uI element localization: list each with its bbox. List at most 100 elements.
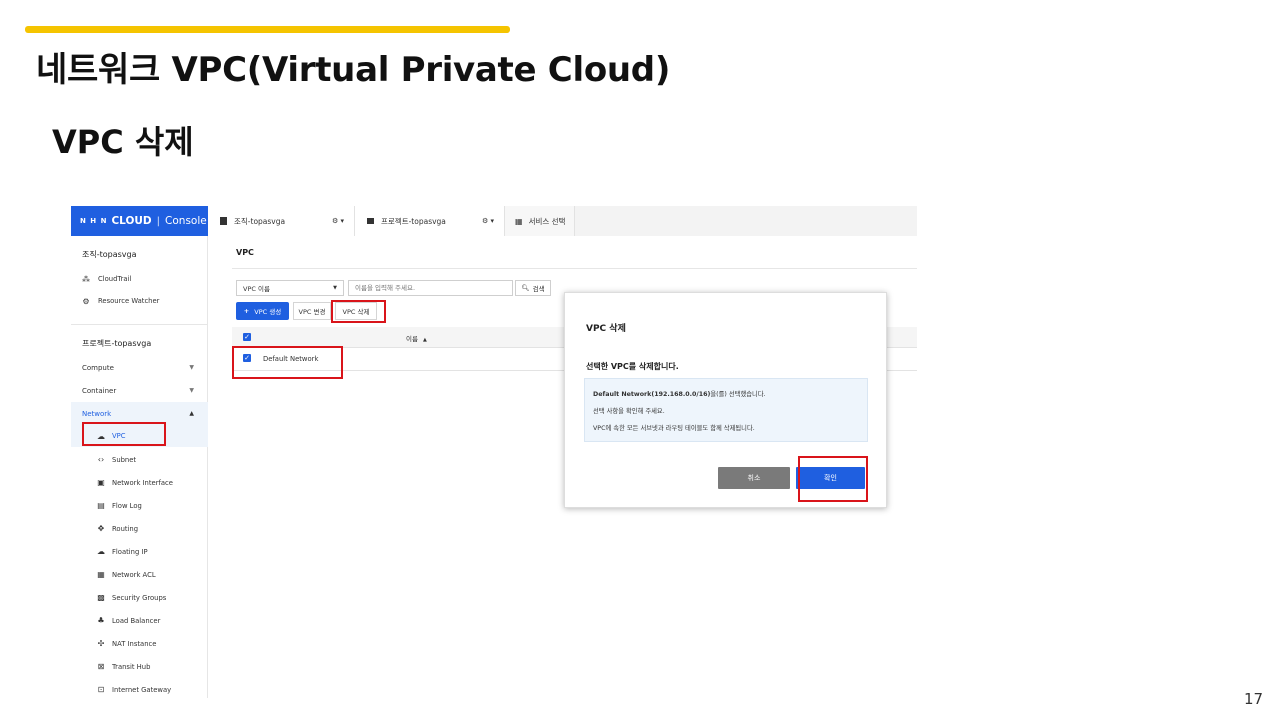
tab-project[interactable]: 프로젝트-topasvga ⚙ ▾ [355, 206, 505, 236]
create-vpc-button[interactable]: + VPC 생성 [236, 302, 289, 320]
search-field-select[interactable]: VPC 이름 ▼ [236, 280, 344, 296]
brand-cloud: CLOUD [111, 215, 152, 227]
sidebar-item-label: Network Interface [112, 478, 173, 487]
cancel-button[interactable]: 취소 [718, 467, 790, 489]
create-vpc-label: VPC 생성 [254, 308, 282, 316]
sidebar-item-routing[interactable]: ✥ Routing [96, 524, 138, 533]
selected-vpc-name: Default Network(192.168.0.0/16) [593, 391, 711, 398]
console-screenshot: N H N CLOUD | Console 조직-topasvga ⚙ ▾ 프로… [71, 206, 917, 698]
sidebar-project-name: 프로젝트-topasvga [82, 339, 152, 348]
chevron-down-icon: ▼ [189, 364, 194, 371]
search-button-label: 검색 [532, 285, 545, 293]
slide-subtitle: VPC 삭제 [52, 123, 194, 161]
sidebar-category-container[interactable]: Container ▼ [71, 379, 208, 402]
document-icon [220, 217, 227, 225]
category-label: Compute [82, 363, 114, 372]
resource-watcher-icon: ⚙ [82, 296, 90, 306]
sidebar-item-label: Floating IP [112, 547, 148, 556]
network-acl-icon: ▦ [97, 570, 105, 579]
routing-icon: ✥ [97, 524, 105, 533]
gear-dropdown-icon[interactable]: ⚙ ▾ [482, 217, 494, 225]
sidebar-item-label: Network ACL [112, 570, 156, 579]
search-input[interactable] [348, 280, 513, 296]
dialog-info-line-1: Default Network(192.168.0.0/16)을(를) 선택했습… [593, 389, 766, 398]
chevron-up-icon: ▲ [189, 410, 194, 417]
tab-organization[interactable]: 조직-topasvga ⚙ ▾ [208, 206, 355, 236]
dialog-question: 선택한 VPC를 삭제합니다. [586, 362, 679, 371]
console-logo[interactable]: N H N CLOUD | Console [71, 206, 208, 236]
security-groups-icon: ▩ [97, 593, 105, 602]
select-value: VPC 이름 [243, 285, 270, 293]
sidebar-category-compute[interactable]: Compute ▼ [71, 356, 208, 379]
grid-icon: ▦ [515, 216, 523, 226]
dialog-info-line-1-rest: 을(를) 선택했습니다. [710, 391, 766, 398]
sidebar-item-internet-gateway[interactable]: ⊡ Internet Gateway [96, 685, 172, 694]
floating-ip-icon: ☁ [97, 547, 105, 556]
sidebar-item-label: Internet Gateway [112, 685, 172, 694]
sidebar-item-label: Resource Watcher [98, 297, 160, 305]
dialog-title: VPC 삭제 [586, 324, 626, 334]
transit-hub-icon: ⊠ [97, 662, 105, 671]
load-balancer-icon: ♣ [97, 616, 105, 625]
sidebar-item-nat-instance[interactable]: ✣ NAT Instance [96, 639, 157, 648]
sidebar-item-network-interface[interactable]: ▣ Network Interface [96, 478, 173, 487]
internet-gateway-icon: ⊡ [97, 685, 105, 694]
edit-vpc-button[interactable]: VPC 변경 [293, 302, 331, 320]
page-number: 17 [1244, 690, 1264, 708]
category-label: Network [82, 409, 112, 418]
gear-dropdown-icon[interactable]: ⚙ ▾ [332, 217, 344, 225]
sidebar-item-subnet[interactable]: ‹› Subnet [96, 455, 136, 464]
nat-instance-icon: ✣ [97, 639, 105, 648]
category-label: Container [82, 386, 117, 395]
highlight-vpc-menu [82, 422, 166, 446]
sidebar-item-label: NAT Instance [112, 639, 157, 648]
search-icon: 🔍︎ [521, 284, 530, 292]
sidebar-item-floating-ip[interactable]: ☁ Floating IP [96, 547, 148, 556]
search-button[interactable]: 🔍︎ 검색 [515, 280, 551, 296]
select-all-checkbox[interactable]: ✓ [243, 333, 251, 341]
dialog-info-box: Default Network(192.168.0.0/16)을(를) 선택했습… [584, 378, 868, 442]
sidebar-item-label: Transit Hub [112, 662, 151, 671]
slide-title: 네트워크 VPC(Virtual Private Cloud) [36, 50, 671, 90]
flow-log-icon: ▤ [97, 501, 105, 510]
title-divider [232, 268, 917, 269]
code-icon: ‹› [97, 455, 105, 464]
accent-bar [25, 26, 510, 33]
highlight-confirm-button [798, 456, 868, 502]
brand-console: Console [165, 215, 207, 227]
top-bar: 조직-topasvga ⚙ ▾ 프로젝트-topasvga ⚙ ▾ ▦ 서비스 … [208, 206, 917, 236]
sidebar-item-load-balancer[interactable]: ♣ Load Balancer [96, 616, 160, 625]
sidebar-item-cloudtrail[interactable]: ⁂ CloudTrail [82, 274, 132, 284]
dialog-info-line-3: VPC에 속한 모든 서브넷과 라우팅 테이블도 함께 삭제됩니다. [593, 425, 755, 432]
cloudtrail-icon: ⁂ [82, 274, 90, 284]
highlight-default-network-row [232, 346, 343, 379]
sidebar-item-label: CloudTrail [98, 275, 132, 283]
sidebar-divider [71, 324, 208, 325]
dialog-info-line-2: 선택 사항을 확인해 주세요. [593, 408, 665, 415]
chevron-down-icon: ▼ [189, 387, 194, 394]
sidebar-item-resource-watcher[interactable]: ⚙ Resource Watcher [82, 296, 160, 306]
highlight-delete-button [331, 300, 386, 323]
network-interface-icon: ▣ [97, 478, 105, 487]
sidebar-item-security-groups[interactable]: ▩ Security Groups [96, 593, 166, 602]
sidebar-item-transit-hub[interactable]: ⊠ Transit Hub [96, 662, 151, 671]
sidebar-item-label: Flow Log [112, 501, 142, 510]
column-header-label: 이름 [406, 335, 418, 343]
tab-service-select[interactable]: ▦ 서비스 선택 [505, 206, 575, 236]
sidebar-item-label: Routing [112, 524, 139, 533]
sidebar-item-network-acl[interactable]: ▦ Network ACL [96, 570, 156, 579]
sort-asc-icon: ▲ [423, 337, 427, 343]
sidebar-item-flow-log[interactable]: ▤ Flow Log [96, 501, 142, 510]
brand-separator: | [156, 215, 161, 227]
sidebar-item-label: Load Balancer [112, 616, 161, 625]
sidebar: 조직-topasvga ⁂ CloudTrail ⚙ Resource Watc… [71, 236, 208, 698]
tab-project-label: 프로젝트-topasvga [381, 216, 446, 226]
sidebar-item-label: Security Groups [112, 593, 167, 602]
page-title: VPC [236, 248, 254, 257]
plus-icon: + [243, 307, 250, 315]
delete-vpc-dialog: VPC 삭제 선택한 VPC를 삭제합니다. Default Network(1… [564, 292, 887, 508]
brand-nhn: N H N [80, 217, 108, 225]
column-header-name[interactable]: 이름 ▲ [406, 333, 427, 343]
chevron-down-icon: ▼ [333, 285, 337, 291]
sidebar-item-label: Subnet [112, 455, 137, 464]
